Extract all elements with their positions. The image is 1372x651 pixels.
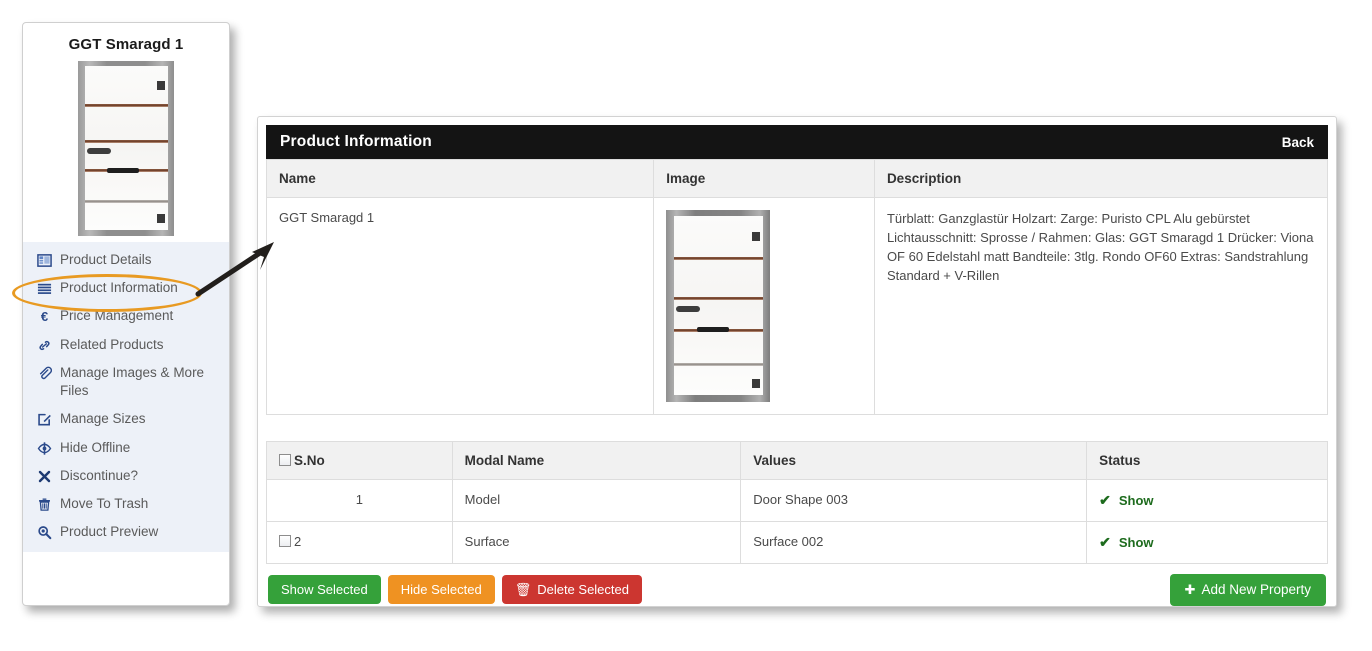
- select-all-checkbox[interactable]: [279, 454, 291, 466]
- cell-product-image: [653, 197, 875, 415]
- plus-icon: ✚: [1184, 582, 1196, 598]
- column-header-modal-name: Modal Name: [451, 441, 742, 480]
- sidebar-item-manage-images[interactable]: Manage Images & More Files: [23, 359, 229, 405]
- action-button-bar: Show Selected Hide Selected 🗑 Delete Sel…: [266, 564, 1328, 610]
- euro-icon: €: [36, 308, 53, 325]
- cell-status: ✔ Show: [1086, 521, 1328, 564]
- delete-selected-button[interactable]: 🗑 Delete Selected: [501, 575, 642, 605]
- sidebar-item-label: Hide Offline: [60, 439, 131, 455]
- paperclip-icon: [36, 365, 53, 382]
- table-grid-icon: [36, 252, 53, 269]
- back-link[interactable]: Back: [1282, 135, 1314, 150]
- sidebar-item-label: Product Preview: [60, 524, 159, 540]
- sidebar-product-title: GGT Smaragd 1: [68, 36, 184, 53]
- product-info-table: Name Image Description GGT Smaragd 1 Tür…: [265, 159, 1329, 415]
- table-row: 2 Surface Surface 002 ✔ Show: [266, 521, 1328, 564]
- show-selected-button[interactable]: Show Selected: [268, 575, 381, 605]
- sidebar-item-discontinue[interactable]: Discontinue?: [23, 462, 229, 490]
- product-sidebar-card: GGT Smaragd 1 Product Details Product In…: [22, 22, 230, 606]
- add-new-property-label: Add New Property: [1201, 582, 1311, 597]
- sidebar-item-hide-offline[interactable]: Hide Offline: [23, 434, 229, 462]
- sidebar-item-price-management[interactable]: € Price Management: [23, 302, 229, 330]
- cell-product-description: Türblatt: Ganzglastür Holzart: Zarge: Pu…: [873, 197, 1329, 415]
- table-row: GGT Smaragd 1 Türblatt: Ganzglastür Holz…: [265, 197, 1329, 415]
- page-title: Product Information: [280, 133, 432, 150]
- eye-slash-icon: [36, 440, 53, 457]
- cell-sno-label: 2: [294, 534, 302, 549]
- status-badge: Show: [1118, 493, 1154, 508]
- delete-selected-label: Delete Selected: [537, 582, 629, 598]
- sidebar-item-label: Product Information: [60, 280, 178, 296]
- sidebar-item-label: Price Management: [60, 308, 174, 324]
- column-header-sno: S.No: [266, 441, 453, 480]
- column-header-name: Name: [265, 159, 655, 198]
- table-header-row: S.No Modal Name Values Status: [266, 441, 1328, 480]
- sidebar-item-manage-sizes[interactable]: Manage Sizes: [23, 405, 229, 433]
- sidebar-item-product-preview[interactable]: Product Preview: [23, 518, 229, 546]
- product-information-panel: Product Information Back Name Image Desc…: [257, 116, 1337, 607]
- sidebar-item-product-information[interactable]: Product Information: [23, 274, 229, 302]
- screenshot-root: GGT Smaragd 1 Product Details Product In…: [0, 0, 1372, 651]
- cell-modal-name: Surface: [451, 521, 742, 564]
- column-header-description: Description: [873, 159, 1329, 198]
- sidebar-item-label: Discontinue?: [60, 467, 139, 483]
- column-header-image: Image: [653, 159, 875, 198]
- bulk-action-group: Show Selected Hide Selected 🗑 Delete Sel…: [268, 575, 642, 605]
- cell-sno: 1: [266, 479, 453, 522]
- cell-sno: 2: [266, 521, 453, 564]
- sidebar-item-label: Move To Trash: [60, 495, 149, 511]
- sidebar-item-label: Product Details: [60, 252, 152, 267]
- add-new-property-button[interactable]: ✚ Add New Property: [1169, 574, 1326, 606]
- sidebar-menu: Product Details Product Information € Pr…: [23, 242, 229, 553]
- sidebar-thumbnail-wrap: [23, 61, 229, 240]
- status-badge: Show: [1118, 535, 1154, 550]
- hide-selected-button[interactable]: Hide Selected: [387, 575, 495, 605]
- trash-icon: 🗑: [514, 582, 532, 598]
- sidebar-item-label: Manage Sizes: [60, 411, 146, 427]
- sidebar-item-label: Manage Images & More Files: [60, 364, 205, 399]
- sidebar-item-product-details[interactable]: Product Details: [23, 246, 229, 274]
- table-header-row: Name Image Description: [265, 159, 1329, 198]
- check-icon: ✔: [1099, 492, 1111, 508]
- check-icon: ✔: [1099, 534, 1111, 550]
- door-product-image: [666, 210, 771, 402]
- door-thumbnail-image: [78, 61, 174, 236]
- column-header-status: Status: [1086, 441, 1328, 480]
- svg-text:€: €: [41, 310, 49, 325]
- edit-square-icon: [36, 411, 53, 428]
- trash-icon: [36, 496, 53, 513]
- panel-header: Product Information Back: [266, 125, 1328, 159]
- magnifier-icon: [36, 524, 53, 541]
- cell-product-name: GGT Smaragd 1: [265, 197, 655, 415]
- list-lines-icon: [36, 280, 53, 297]
- column-header-sno-label: S.No: [294, 453, 325, 468]
- sidebar-item-label: Related Products: [60, 336, 164, 352]
- row-select-checkbox[interactable]: [279, 535, 291, 547]
- table-gap-spacer: [266, 415, 1328, 441]
- cell-value: Door Shape 003: [740, 479, 1088, 522]
- product-property-table: S.No Modal Name Values Status 1 Model Do…: [266, 441, 1328, 564]
- sidebar-item-related-products[interactable]: Related Products: [23, 331, 229, 359]
- sidebar-item-move-to-trash[interactable]: Move To Trash: [23, 490, 229, 518]
- link-chain-icon: [36, 337, 53, 354]
- close-x-icon: [36, 468, 53, 485]
- table-row: 1 Model Door Shape 003 ✔ Show: [266, 479, 1328, 522]
- cell-modal-name: Model: [451, 479, 742, 522]
- column-header-values: Values: [740, 441, 1088, 480]
- cell-status: ✔ Show: [1086, 479, 1328, 522]
- cell-value: Surface 002: [740, 521, 1088, 564]
